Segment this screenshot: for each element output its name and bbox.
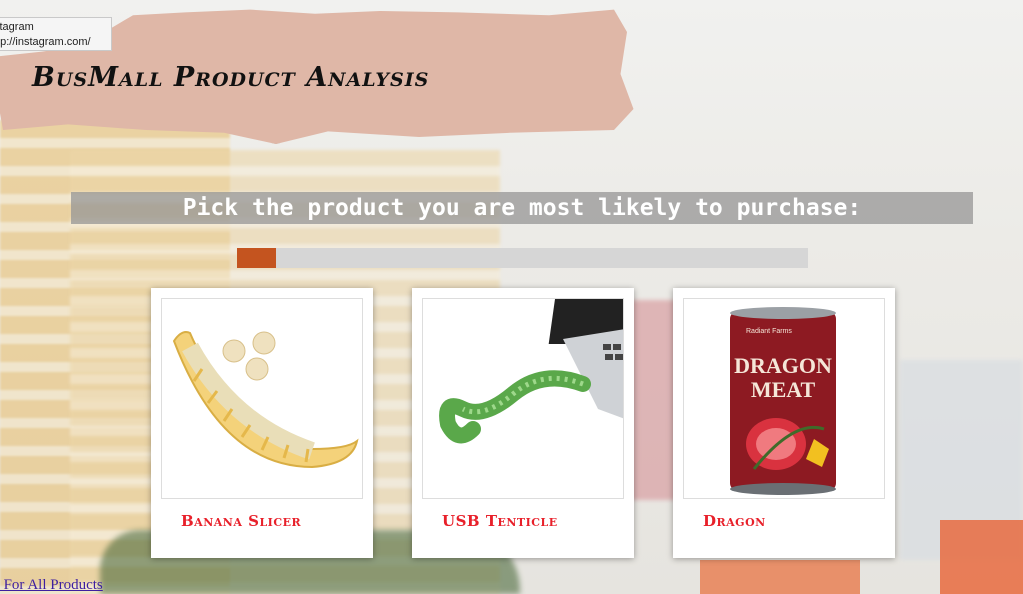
can-text-line1: DRAGON <box>734 353 832 378</box>
progress-fill <box>237 248 276 268</box>
dragon-meat-can-image[interactable]: DRAGON MEAT Radiant Farms <box>683 298 885 499</box>
link-status-tooltip: stagram ttp://instagram.com/ <box>0 17 112 51</box>
product-label: Dragon <box>703 512 766 530</box>
product-label: USB Tenticle <box>442 512 558 530</box>
can-text-line2: MEAT <box>751 377 816 402</box>
results-link[interactable]: s For All Products <box>0 577 103 594</box>
product-card-banana-slicer[interactable]: Banana Slicer <box>151 288 373 558</box>
prompt-heading: Pick the product you are most likely to … <box>71 192 973 224</box>
page-title: BusMall Product Analysis <box>32 62 430 93</box>
banana-slicer-image[interactable] <box>161 298 363 499</box>
tooltip-line-1: stagram <box>0 21 34 33</box>
can-brand: Radiant Farms <box>746 328 792 335</box>
product-card-usb-tenticle[interactable]: USB Tenticle <box>412 288 634 558</box>
usb-tentacle-image[interactable] <box>422 298 624 499</box>
progress-bar <box>237 248 808 268</box>
product-card-dragon[interactable]: DRAGON MEAT Radiant Farms Dragon <box>673 288 895 558</box>
product-label: Banana Slicer <box>181 512 302 530</box>
tooltip-line-2: ttp://instagram.com/ <box>0 36 91 48</box>
